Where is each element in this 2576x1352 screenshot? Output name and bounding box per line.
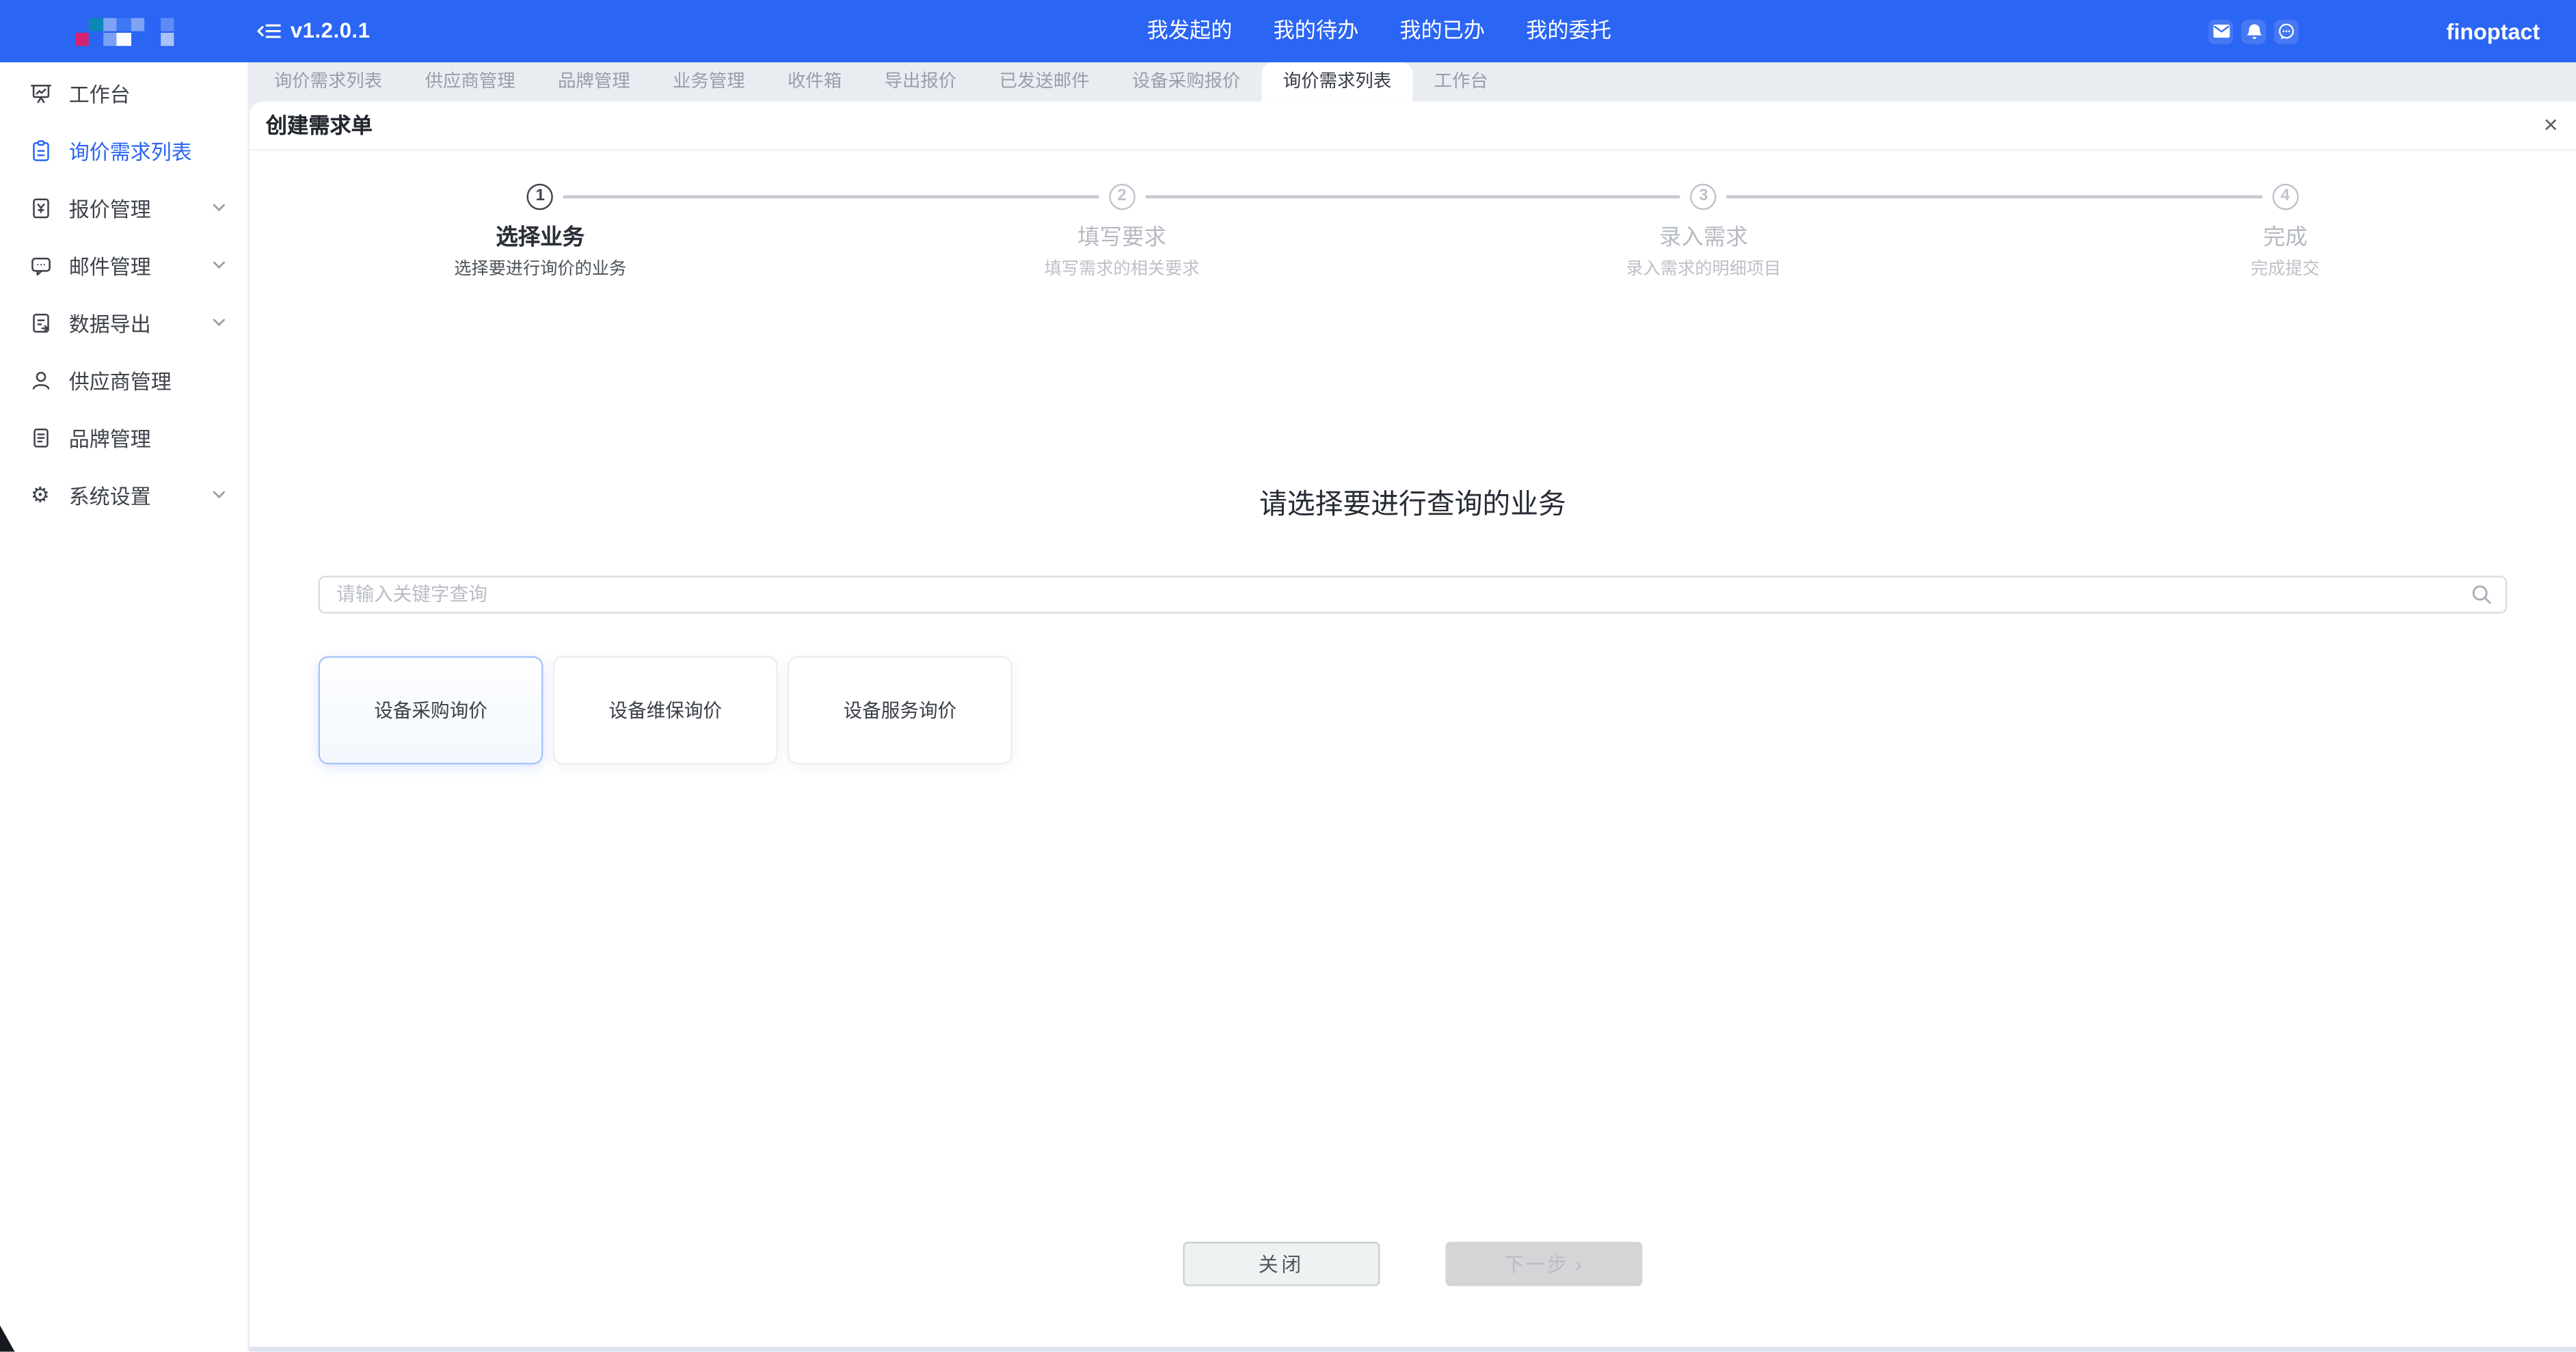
app-logo xyxy=(75,18,177,46)
step-title: 录入需求 xyxy=(1659,218,1748,251)
mail-icon[interactable] xyxy=(2208,19,2233,44)
sidebar-item-label: 系统设置 xyxy=(69,479,151,511)
step-2-fill-requirements: 2 填写要求 填写需求的相关要求 xyxy=(831,184,1413,281)
sidebar-item-mail-management[interactable]: 邮件管理 xyxy=(0,236,247,294)
step-description: 录入需求的明细项目 xyxy=(1626,256,1781,280)
step-number-badge: 2 xyxy=(1109,184,1135,210)
steps-indicator: 1 选择业务 选择要进行询价的业务 2 填写要求 填写需求的相关要求 3 录入需… xyxy=(250,184,2576,281)
system-settings-icon: ⚙ xyxy=(28,483,53,507)
card-equipment-maintenance-inquiry[interactable]: 设备维保询价 xyxy=(553,656,778,764)
search-icon xyxy=(2471,584,2492,605)
nav-item-done[interactable]: 我的已办 xyxy=(1399,0,1485,62)
keyword-search-row xyxy=(319,576,2508,613)
next-step-button[interactable]: 下一步 › xyxy=(1445,1242,1642,1286)
navbar-actions: finoptact xyxy=(2208,0,2540,62)
sidebar-item-label: 邮件管理 xyxy=(69,249,151,281)
sidebar-item-label: 工作台 xyxy=(69,77,131,109)
navbar-menu: 我发起的 我的待办 我的已办 我的委托 xyxy=(1147,0,1611,62)
sidebar-item-label: 品牌管理 xyxy=(69,422,151,453)
tab-supplier-management[interactable]: 供应商管理 xyxy=(403,62,536,102)
step-number-badge: 1 xyxy=(527,184,553,210)
mail-management-icon xyxy=(28,253,53,278)
mouse-cursor xyxy=(0,1325,16,1351)
sidebar-item-label: 询价需求列表 xyxy=(69,135,192,166)
sidebar-item-system-settings[interactable]: ⚙ 系统设置 xyxy=(0,466,247,524)
content-area: 询价需求列表 供应商管理 品牌管理 业务管理 收件箱 导出报价 已发送邮件 设备… xyxy=(250,62,2576,1351)
step-description: 完成提交 xyxy=(2251,256,2320,280)
app-version: v1.2.0.1 xyxy=(291,0,371,62)
chevron-down-icon xyxy=(212,487,227,502)
nav-item-delegated[interactable]: 我的委托 xyxy=(1526,0,1611,62)
workbench-icon xyxy=(28,81,53,105)
keyword-search-input[interactable] xyxy=(319,576,2508,613)
nav-item-initiated[interactable]: 我发起的 xyxy=(1147,0,1233,62)
step-description: 填写需求的相关要求 xyxy=(1045,256,1200,280)
top-navbar: v1.2.0.1 我发起的 我的待办 我的已办 我的委托 xyxy=(0,0,2576,62)
business-option-cards: 设备采购询价 设备维保询价 设备服务询价 xyxy=(319,656,2508,764)
menu-fold-icon[interactable] xyxy=(256,18,282,44)
tab-workbench[interactable]: 工作台 xyxy=(1412,62,1510,102)
open-tabs-bar: 询价需求列表 供应商管理 品牌管理 业务管理 收件箱 导出报价 已发送邮件 设备… xyxy=(250,62,2576,102)
step-number-badge: 4 xyxy=(2272,184,2298,210)
nav-item-todo[interactable]: 我的待办 xyxy=(1273,0,1358,62)
sidebar-item-label: 供应商管理 xyxy=(69,364,172,396)
card-equipment-service-inquiry[interactable]: 设备服务询价 xyxy=(788,656,1012,764)
chevron-down-icon xyxy=(212,200,227,215)
tab-sent-mail[interactable]: 已发送邮件 xyxy=(978,62,1110,102)
close-icon[interactable]: × xyxy=(2544,102,2558,150)
step-title: 选择业务 xyxy=(496,218,585,251)
brand-management-icon xyxy=(28,425,53,450)
create-demand-panel: 创建需求单 × 1 选择业务 选择要进行询价的业务 2 填写要求 xyxy=(250,102,2576,1352)
chevron-down-icon xyxy=(212,315,227,330)
step-description: 选择要进行询价的业务 xyxy=(454,256,626,280)
chevron-down-icon xyxy=(212,258,227,273)
step-title: 完成 xyxy=(2263,218,2307,251)
wizard-footer: 关闭 下一步 › xyxy=(250,1242,2576,1286)
select-business-prompt: 请选择要进行查询的业务 xyxy=(250,481,2576,522)
tab-business-management[interactable]: 业务管理 xyxy=(652,62,766,102)
next-step-label: 下一步 xyxy=(1504,1250,1568,1278)
panel-header: 创建需求单 × xyxy=(250,102,2576,151)
card-label: 设备采购询价 xyxy=(374,697,487,723)
tab-inquiry-list-active[interactable]: 询价需求列表 xyxy=(1262,62,1413,102)
step-number-badge: 3 xyxy=(1691,184,1717,210)
step-title: 填写要求 xyxy=(1077,218,1166,251)
quote-management-icon xyxy=(28,195,53,220)
sidebar-item-quote-management[interactable]: 报价管理 xyxy=(0,179,247,236)
step-3-enter-demand: 3 录入需求 录入需求的明细项目 xyxy=(1412,184,1994,281)
tab-equipment-purchase-quote[interactable]: 设备采购报价 xyxy=(1111,62,1262,102)
chat-icon[interactable] xyxy=(2274,19,2298,44)
sidebar-item-supplier-management[interactable]: 供应商管理 xyxy=(0,351,247,409)
sidebar-item-data-export[interactable]: 数据导出 xyxy=(0,294,247,351)
data-export-icon xyxy=(28,310,53,335)
sidebar-item-label: 数据导出 xyxy=(69,307,151,338)
supplier-management-icon xyxy=(28,368,53,392)
card-equipment-purchase-inquiry[interactable]: 设备采购询价 xyxy=(319,656,544,764)
inquiry-list-icon xyxy=(28,138,53,163)
tab-inquiry-list[interactable]: 询价需求列表 xyxy=(253,62,404,102)
step-1-select-business: 1 选择业务 选择要进行询价的业务 xyxy=(250,184,831,281)
tab-brand-management[interactable]: 品牌管理 xyxy=(537,62,652,102)
card-label: 设备维保询价 xyxy=(608,697,722,723)
sidebar-item-brand-management[interactable]: 品牌管理 xyxy=(0,409,247,466)
card-label: 设备服务询价 xyxy=(844,697,957,723)
app-root: v1.2.0.1 我发起的 我的待办 我的已办 我的委托 xyxy=(0,0,2576,1352)
chevron-right-icon: › xyxy=(1575,1254,1584,1274)
sidebar-item-inquiry-list[interactable]: 询价需求列表 xyxy=(0,122,247,179)
tab-export-quotes[interactable]: 导出报价 xyxy=(863,62,978,102)
close-button[interactable]: 关闭 xyxy=(1183,1242,1380,1286)
sidebar-item-label: 报价管理 xyxy=(69,192,151,224)
tab-inbox[interactable]: 收件箱 xyxy=(766,62,863,102)
panel-title: 创建需求单 xyxy=(250,113,373,138)
step-4-complete: 4 完成 完成提交 xyxy=(1994,184,2576,281)
username[interactable]: finoptact xyxy=(2446,19,2540,44)
bell-icon[interactable] xyxy=(2241,19,2266,44)
sidebar: 工作台 询价需求列表 报价管理 xyxy=(0,62,250,1351)
sidebar-item-workbench[interactable]: 工作台 xyxy=(0,64,247,122)
